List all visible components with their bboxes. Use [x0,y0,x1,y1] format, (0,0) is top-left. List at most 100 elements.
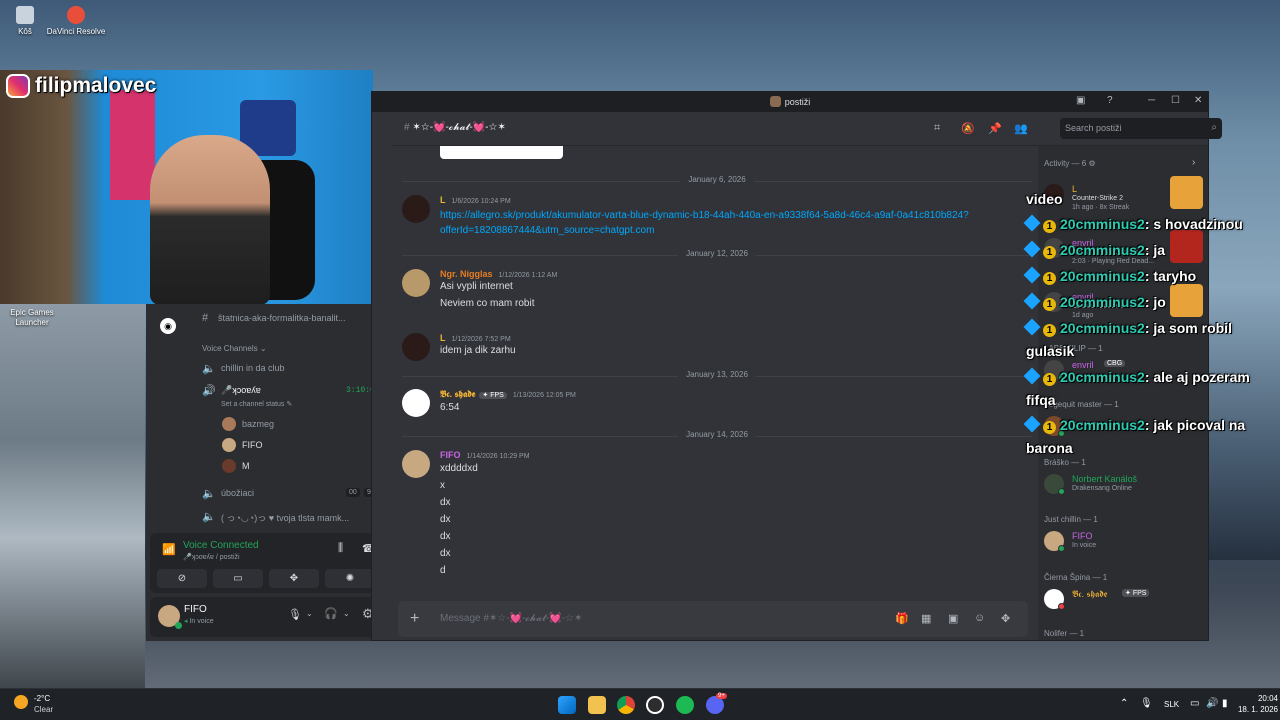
camera-off-button[interactable]: ⊘ [157,569,207,588]
date-divider: January 14, 2026 [402,430,1032,442]
channel-status-prompt[interactable]: Set a channel status ✎ [221,400,292,408]
badge-icon: 1 [1043,246,1056,259]
chevron-right-icon[interactable]: › [1192,157,1195,168]
network-icon[interactable]: ▭ [1190,698,1199,709]
diamond-icon [1023,266,1041,284]
badge-icon: 1 [1043,373,1056,386]
recycle-bin-icon [16,6,34,24]
avatar[interactable] [402,333,430,361]
help-icon[interactable]: ? [1107,95,1113,106]
avatar[interactable] [402,450,430,478]
volume-icon[interactable]: 🔊 [1206,698,1218,709]
message-author[interactable]: L [440,195,446,205]
user-name[interactable]: FIFO [184,604,207,615]
message-text: 6:54 [440,402,460,413]
instagram-handle: filipmalovec [35,74,157,97]
inbox-icon[interactable]: ▣ [1076,95,1085,106]
message-text: dx [440,497,451,508]
message-author[interactable]: FIFO [440,450,461,460]
activities-button[interactable]: ✥ [269,569,319,588]
instagram-overlay: filipmalovec [6,74,156,98]
diamond-icon [1023,415,1041,433]
obs-icon[interactable] [646,696,664,714]
chevron-up-icon[interactable]: ⌃ [1120,698,1128,709]
voice-user[interactable]: bazmeg [242,419,274,429]
avatar[interactable] [402,195,430,223]
avatar[interactable] [402,269,430,297]
diamond-icon [1023,214,1041,232]
search-input[interactable]: Search postiži ⌕ [1060,118,1222,139]
maximize-button[interactable]: ☐ [1171,95,1180,106]
voice-location[interactable]: 🎤ʞɔoɐʎɐ / postiži [183,553,240,561]
gift-icon[interactable]: 🎁 [895,612,909,625]
message-text: dx [440,531,451,542]
message-composer[interactable]: + Message #✶☆-💓-𝓬𝓱𝓪𝓽-💓-☆✶ 🎁 ▦ ▣ ☺ ✥ [398,601,1028,637]
screen-share-button[interactable]: ▭ [213,569,263,588]
instagram-icon [6,74,30,98]
chat-line: 1 20cmminus2: jo [1023,292,1166,311]
noise-suppression-icon[interactable]: ⫼ [338,542,343,555]
webcam-person [150,135,270,304]
chevron-down-icon[interactable]: ⌄ [343,609,350,618]
pin-icon[interactable]: 📌 [988,122,1002,135]
language-indicator[interactable]: SLK [1164,700,1179,709]
speaker-icon: 🔈 [202,488,216,500]
microphone-icon[interactable]: 🎙 [1140,698,1153,709]
text-channel[interactable]: štatnica-aka-formalitka-banalit... [218,313,346,323]
badge-icon: 1 [1043,324,1056,337]
davinci-resolve-icon [67,6,85,24]
voice-channel-mamka[interactable]: ( っ◔◡◔)っ ♥ tvoja tlsta mamk... [221,511,349,524]
clock-date[interactable]: 18. 1. 2026 [1226,705,1278,714]
plus-icon[interactable]: + [410,610,419,628]
soundboard-button[interactable]: ✺ [325,569,375,588]
message-link[interactable]: https://allegro.sk/produkt/akumulator-va… [440,208,1010,238]
stream-chat-overlay: video 1 20cmminus2: s hovadzinou 1 20cmmin… [1020,187,1280,462]
chevron-down-icon[interactable]: ⌄ [306,609,313,618]
message-timestamp: 1/14/2026 10:29 PM [466,453,530,460]
chat-line: 1 20cmminus2: ja [1023,240,1165,259]
user-count: 00 [346,488,360,497]
microphone-icon[interactable]: 🎙 [288,608,302,621]
embed-card [440,146,563,159]
chat-line: video [1026,191,1063,207]
weather-icon[interactable] [14,695,28,709]
file-explorer-icon[interactable] [588,696,606,714]
gif-icon[interactable]: ▦ [921,612,931,625]
desktop-icon-epic[interactable]: Epic Games Launcher [2,308,62,328]
voice-status[interactable]: Voice Connected [183,540,259,551]
message-input[interactable]: Message #✶☆-💓-𝓬𝓱𝓪𝓽-💓-☆✶ [440,613,582,624]
voice-user[interactable]: FIFO [242,440,263,450]
signal-icon[interactable]: 📶 [162,543,176,556]
close-button[interactable]: ✕ [1194,95,1202,106]
emoji-icon[interactable]: ☺ [974,612,985,624]
message-author[interactable]: 𝕭𝖈. 𝖘𝖍𝖆𝖉𝖊 [440,389,475,399]
headphones-icon[interactable]: 🎧 [324,607,338,620]
start-icon[interactable] [558,696,576,714]
sticker-icon[interactable]: ▣ [948,612,958,625]
voice-user[interactable]: M [242,461,250,471]
desktop-icon-davinci[interactable]: DaVinci Resolve [46,6,106,37]
mute-icon[interactable]: 🔕 [961,122,975,135]
clock-time[interactable]: 20:04 [1244,694,1278,703]
diamond-icon [1023,292,1041,310]
voice-channel-chillin[interactable]: chillin in da club [221,363,285,373]
activity-header[interactable]: Activity — 6 ⚙ [1044,159,1096,168]
voice-channel-ubogiaci[interactable]: úbožiaci [221,488,254,498]
minimize-button[interactable]: ─ [1148,95,1155,106]
avatar[interactable] [402,389,430,417]
threads-icon[interactable]: ⌗ [934,122,940,135]
message-text: dx [440,548,451,559]
status-dot [175,622,182,629]
apps-icon[interactable]: ✥ [1001,612,1010,625]
voice-connected-panel: 📶 Voice Connected 🎤ʞɔoɐʎɐ / postiži ⫼ ☎ … [150,533,385,593]
chat-line: fifqa [1026,392,1056,408]
chrome-icon[interactable] [617,696,635,714]
message-author[interactable]: L [440,333,446,343]
voice-channels-header[interactable]: Voice Channels ⌄ [202,344,267,353]
message-author[interactable]: Ngr. Nigglas [440,269,493,279]
weather-temp[interactable]: -2°C [34,694,50,703]
voice-channel-active[interactable]: 🎤ʞɔoɐʎɐ [221,385,261,396]
members-icon[interactable]: 👥 [1014,122,1028,135]
server-icon[interactable]: ◉ [160,318,176,334]
spotify-icon[interactable] [676,696,694,714]
